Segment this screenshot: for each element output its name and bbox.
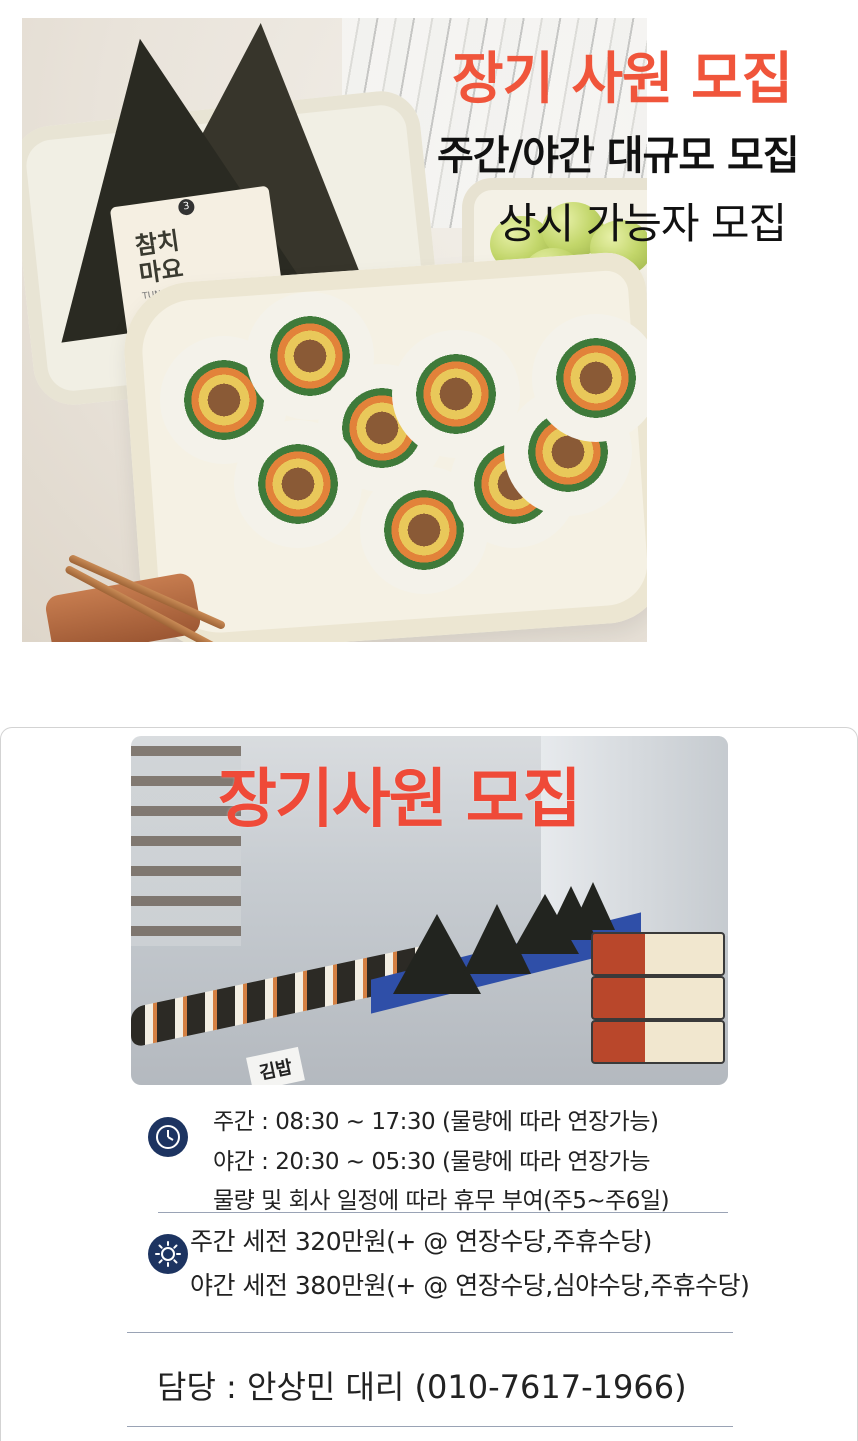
day-shift-pay: 주간 세전 320만원(+ @ 연장수당,주휴수당) [190,1227,652,1256]
kimbap-roll [234,420,362,548]
kimbap-roll [392,330,520,458]
divider [158,1212,728,1213]
sun-icon [148,1234,188,1274]
divider [127,1426,733,1427]
lunch-pack [591,932,725,976]
day-shift-hours: 주간 : 08:30 ~ 17:30 (물량에 따라 연장가능) [213,1109,659,1135]
factory-title: 장기사원 모집 [218,763,582,837]
night-shift-pay: 야간 세전 380만원(+ @ 연장수당,심야수당,주휴수당) [190,1271,750,1300]
banner-title: 장기 사원 모집 [452,47,793,112]
banner-subtitle-always: 상시 가능자 모집 [498,199,787,248]
lunch-pack [591,976,725,1020]
triangle-kimbap [571,882,615,930]
divider [127,1332,733,1333]
product-name: 참치 마요 [133,226,185,289]
kimbap-tag: 김밥 [246,1046,306,1085]
lunch-pack [591,1020,725,1064]
banner-subtitle-shift: 주간/야간 대규모 모집 [437,133,800,179]
holiday-info: 물량 및 회사 일정에 따라 휴무 부여(주5~주6일) [213,1188,670,1214]
clock-icon [148,1117,188,1157]
contact-info: 담당 : 안상민 대리 (010-7617-1966) [157,1368,687,1406]
night-shift-hours: 야간 : 20:30 ~ 05:30 (물량에 따라 연장가능 [213,1149,651,1175]
product-number: 3 [177,198,196,217]
